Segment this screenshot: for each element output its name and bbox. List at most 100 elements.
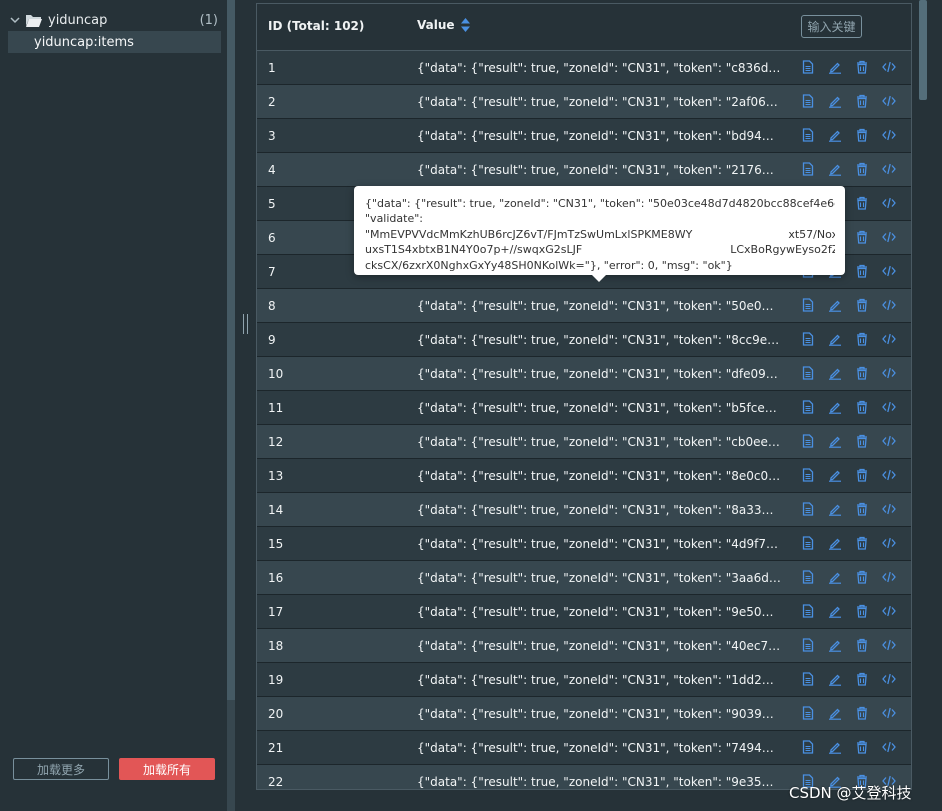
row-value[interactable]: {"data": {"result": true, "zoneId": "CN3… <box>417 503 781 517</box>
code-icon[interactable] <box>882 502 898 518</box>
row-value[interactable]: {"data": {"result": true, "zoneId": "CN3… <box>417 571 781 585</box>
delete-icon[interactable] <box>855 128 871 144</box>
tree-node-yiduncap-items[interactable]: yiduncap:items <box>8 31 221 53</box>
document-icon[interactable] <box>801 672 817 688</box>
delete-icon[interactable] <box>855 400 871 416</box>
delete-icon[interactable] <box>855 298 871 314</box>
code-icon[interactable] <box>882 400 898 416</box>
edit-icon[interactable] <box>828 298 844 314</box>
code-icon[interactable] <box>882 230 898 246</box>
edit-icon[interactable] <box>828 570 844 586</box>
load-all-button[interactable]: 加载所有 <box>119 758 215 780</box>
main-scrollbar[interactable] <box>918 0 928 811</box>
code-icon[interactable] <box>882 638 898 654</box>
row-value[interactable]: {"data": {"result": true, "zoneId": "CN3… <box>417 95 781 109</box>
delete-icon[interactable] <box>855 638 871 654</box>
document-icon[interactable] <box>801 706 817 722</box>
panel-resize-handle[interactable] <box>243 314 248 334</box>
table-row[interactable]: 15 {"data": {"result": true, "zoneId": "C… <box>257 527 911 561</box>
table-row[interactable]: 1 {"data": {"result": true, "zoneId": "CN… <box>257 51 911 85</box>
document-icon[interactable] <box>801 162 817 178</box>
table-row[interactable]: 13 {"data": {"result": true, "zoneId": "C… <box>257 459 911 493</box>
code-icon[interactable] <box>882 468 898 484</box>
code-icon[interactable] <box>882 536 898 552</box>
row-value[interactable]: {"data": {"result": true, "zoneId": "CN3… <box>417 299 781 313</box>
document-icon[interactable] <box>801 638 817 654</box>
table-row[interactable]: 10 {"data": {"result": true, "zoneId": "C… <box>257 357 911 391</box>
code-icon[interactable] <box>882 128 898 144</box>
code-icon[interactable] <box>882 706 898 722</box>
table-row[interactable]: 21 {"data": {"result": true, "zoneId": "C… <box>257 731 911 765</box>
delete-icon[interactable] <box>855 196 871 212</box>
row-value[interactable]: {"data": {"result": true, "zoneId": "CN3… <box>417 775 781 789</box>
delete-icon[interactable] <box>855 162 871 178</box>
code-icon[interactable] <box>882 196 898 212</box>
code-icon[interactable] <box>882 740 898 756</box>
row-value[interactable]: {"data": {"result": true, "zoneId": "CN3… <box>417 673 781 687</box>
sort-icon[interactable] <box>460 18 470 32</box>
table-row[interactable]: 4 {"data": {"result": true, "zoneId": "CN… <box>257 153 911 187</box>
main-scrollbar-thumb[interactable] <box>919 0 927 100</box>
code-icon[interactable] <box>882 434 898 450</box>
edit-icon[interactable] <box>828 400 844 416</box>
document-icon[interactable] <box>801 434 817 450</box>
edit-icon[interactable] <box>828 332 844 348</box>
delete-icon[interactable] <box>855 706 871 722</box>
document-icon[interactable] <box>801 502 817 518</box>
sidebar-scrollbar[interactable] <box>227 0 235 811</box>
table-row[interactable]: 16 {"data": {"result": true, "zoneId": "C… <box>257 561 911 595</box>
delete-icon[interactable] <box>855 230 871 246</box>
row-value[interactable]: {"data": {"result": true, "zoneId": "CN3… <box>417 61 781 75</box>
delete-icon[interactable] <box>855 672 871 688</box>
delete-icon[interactable] <box>855 570 871 586</box>
table-row[interactable]: 9 {"data": {"result": true, "zoneId": "CN… <box>257 323 911 357</box>
delete-icon[interactable] <box>855 94 871 110</box>
document-icon[interactable] <box>801 94 817 110</box>
search-input[interactable]: 输入关键 <box>801 15 862 38</box>
document-icon[interactable] <box>801 570 817 586</box>
row-value[interactable]: {"data": {"result": true, "zoneId": "CN3… <box>417 639 781 653</box>
edit-icon[interactable] <box>828 706 844 722</box>
code-icon[interactable] <box>882 672 898 688</box>
table-row[interactable]: 3 {"data": {"result": true, "zoneId": "CN… <box>257 119 911 153</box>
tree-node-yiduncap[interactable]: yiduncap (1) <box>8 10 222 30</box>
document-icon[interactable] <box>801 740 817 756</box>
delete-icon[interactable] <box>855 740 871 756</box>
table-row[interactable]: 12 {"data": {"result": true, "zoneId": "C… <box>257 425 911 459</box>
edit-icon[interactable] <box>828 536 844 552</box>
delete-icon[interactable] <box>855 468 871 484</box>
edit-icon[interactable] <box>828 434 844 450</box>
table-row[interactable]: 11 {"data": {"result": true, "zoneId": "C… <box>257 391 911 425</box>
row-value[interactable]: {"data": {"result": true, "zoneId": "CN3… <box>417 741 781 755</box>
edit-icon[interactable] <box>828 638 844 654</box>
edit-icon[interactable] <box>828 502 844 518</box>
document-icon[interactable] <box>801 128 817 144</box>
row-value[interactable]: {"data": {"result": true, "zoneId": "CN3… <box>417 401 781 415</box>
code-icon[interactable] <box>882 162 898 178</box>
edit-icon[interactable] <box>828 60 844 76</box>
sidebar-scrollbar-thumb[interactable] <box>227 0 235 700</box>
table-row[interactable]: 8 {"data": {"result": true, "zoneId": "CN… <box>257 289 911 323</box>
document-icon[interactable] <box>801 366 817 382</box>
value-column-header[interactable]: Value <box>417 18 470 32</box>
table-row[interactable]: 2 {"data": {"result": true, "zoneId": "CN… <box>257 85 911 119</box>
edit-icon[interactable] <box>828 366 844 382</box>
table-row[interactable]: 19 {"data": {"result": true, "zoneId": "C… <box>257 663 911 697</box>
delete-icon[interactable] <box>855 366 871 382</box>
code-icon[interactable] <box>882 298 898 314</box>
document-icon[interactable] <box>801 60 817 76</box>
row-value[interactable]: {"data": {"result": true, "zoneId": "CN3… <box>417 435 781 449</box>
row-value[interactable]: {"data": {"result": true, "zoneId": "CN3… <box>417 707 781 721</box>
edit-icon[interactable] <box>828 604 844 620</box>
table-row[interactable]: 20 {"data": {"result": true, "zoneId": "C… <box>257 697 911 731</box>
delete-icon[interactable] <box>855 264 871 280</box>
row-value[interactable]: {"data": {"result": true, "zoneId": "CN3… <box>417 605 781 619</box>
edit-icon[interactable] <box>828 94 844 110</box>
delete-icon[interactable] <box>855 604 871 620</box>
chevron-down-icon[interactable] <box>10 15 20 25</box>
code-icon[interactable] <box>882 332 898 348</box>
code-icon[interactable] <box>882 94 898 110</box>
code-icon[interactable] <box>882 570 898 586</box>
load-more-button[interactable]: 加载更多 <box>13 758 109 780</box>
document-icon[interactable] <box>801 468 817 484</box>
